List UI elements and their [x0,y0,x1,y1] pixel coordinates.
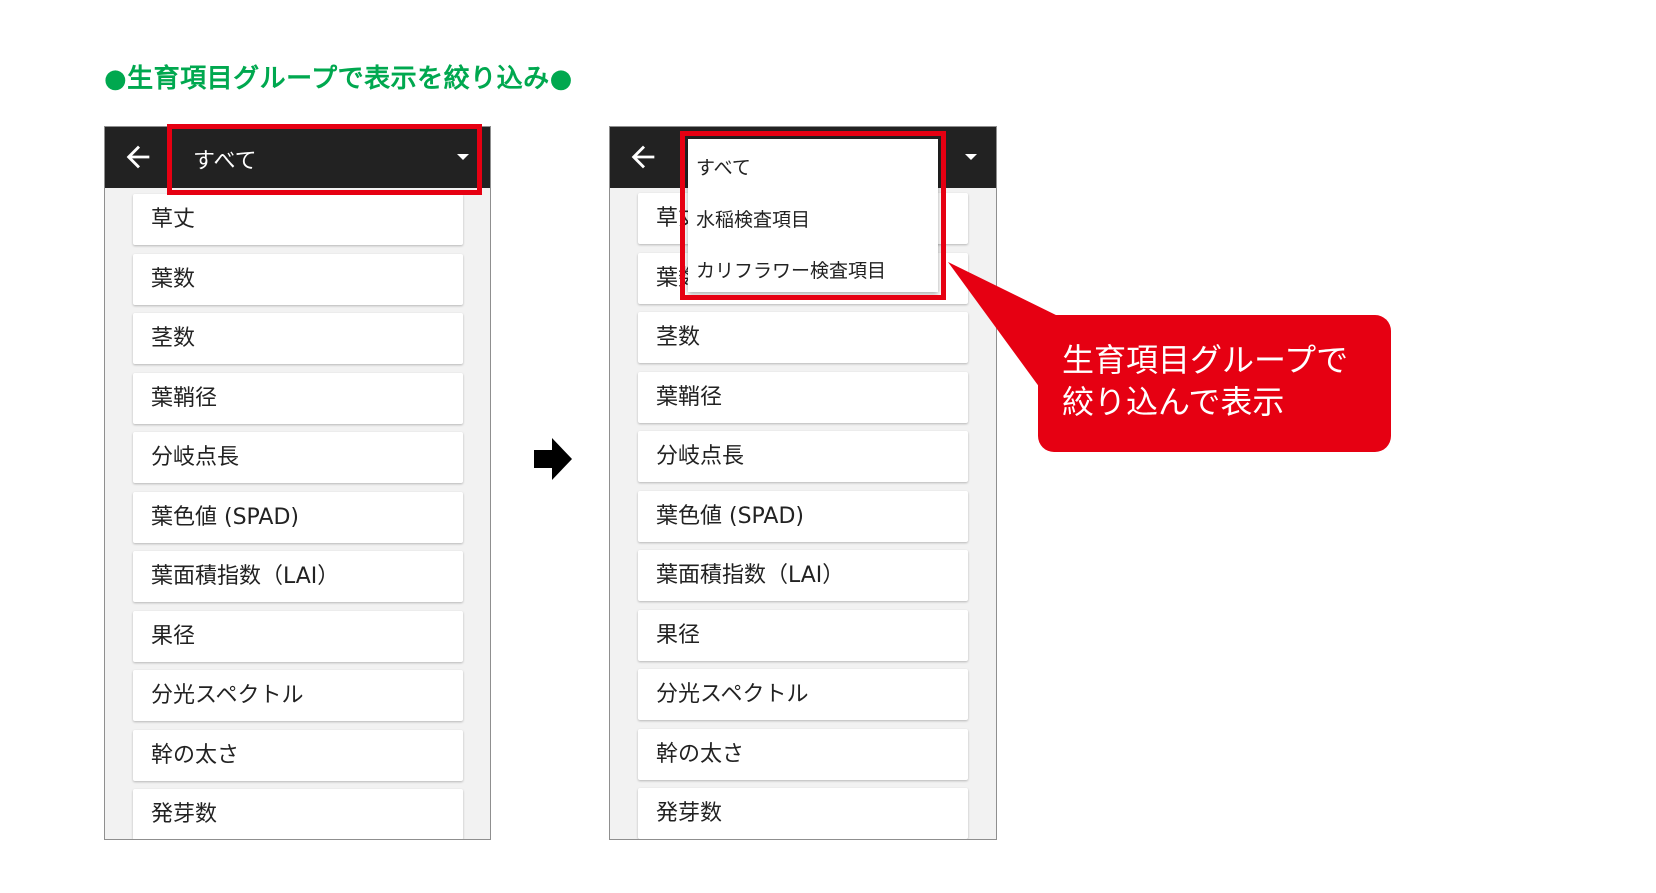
list-item[interactable]: 草丈 [133,194,463,245]
list-item[interactable]: 葉面積指数（LAI） [133,551,463,602]
list-item[interactable]: 分光スペクトル [133,670,463,721]
list-item[interactable]: 茎数 [638,312,968,363]
dropdown-option-cauliflower[interactable]: カリフラワー検査項目 [696,256,886,283]
callout-text: 生育項目グループで 絞り込んで表示 [1062,339,1402,423]
caret-down-icon[interactable] [457,154,469,160]
caret-down-icon[interactable] [965,154,977,160]
list-item[interactable]: 葉鞘径 [133,372,463,424]
dropdown-option-rice[interactable]: 水稲検査項目 [696,205,810,232]
list-item[interactable]: 分岐点長 [638,431,968,482]
callout-line-1: 生育項目グループで [1062,341,1349,379]
list-item[interactable]: 葉色値 (SPAD) [133,491,463,543]
list-item[interactable]: 幹の太さ [638,728,968,780]
group-select-value[interactable]: すべて [193,143,257,175]
list-item[interactable]: 果径 [133,610,463,662]
list-item[interactable]: 葉色値 (SPAD) [638,490,968,542]
list-item[interactable]: 発芽数 [638,788,968,839]
list-item[interactable]: 果径 [638,609,968,661]
list-item[interactable]: 葉鞘径 [638,371,968,423]
group-dropdown-menu: すべて 水稲検査項目 カリフラワー検査項目 [688,139,938,292]
back-arrow-icon[interactable] [121,140,155,174]
list-item[interactable]: 茎数 [133,313,463,364]
back-arrow-icon[interactable] [626,140,660,174]
page-heading: ●生育項目グループで表示を絞り込み● [104,64,573,94]
list-item[interactable]: 葉数 [133,253,463,305]
list-item[interactable]: 幹の太さ [133,729,463,781]
list-item[interactable]: 分岐点長 [133,432,463,483]
app-bar: すべて [105,127,490,188]
list-item[interactable]: 発芽数 [133,789,463,839]
right-arrow-icon [534,438,572,480]
list-item[interactable]: 葉面積指数（LAI） [638,550,968,601]
list-item[interactable]: 分光スペクトル [638,669,968,720]
callout-line-2: 絞り込んで表示 [1062,383,1285,421]
growth-item-list: 草丈 葉数 茎数 葉鞘径 分岐点長 葉色値 (SPAD) 葉面積指数（LAI） … [133,194,463,839]
phone-screen-before: すべて 草丈 葉数 茎数 葉鞘径 分岐点長 葉色値 (SPAD) 葉面積指数（L… [104,126,491,840]
dropdown-option-all[interactable]: すべて [696,153,751,180]
